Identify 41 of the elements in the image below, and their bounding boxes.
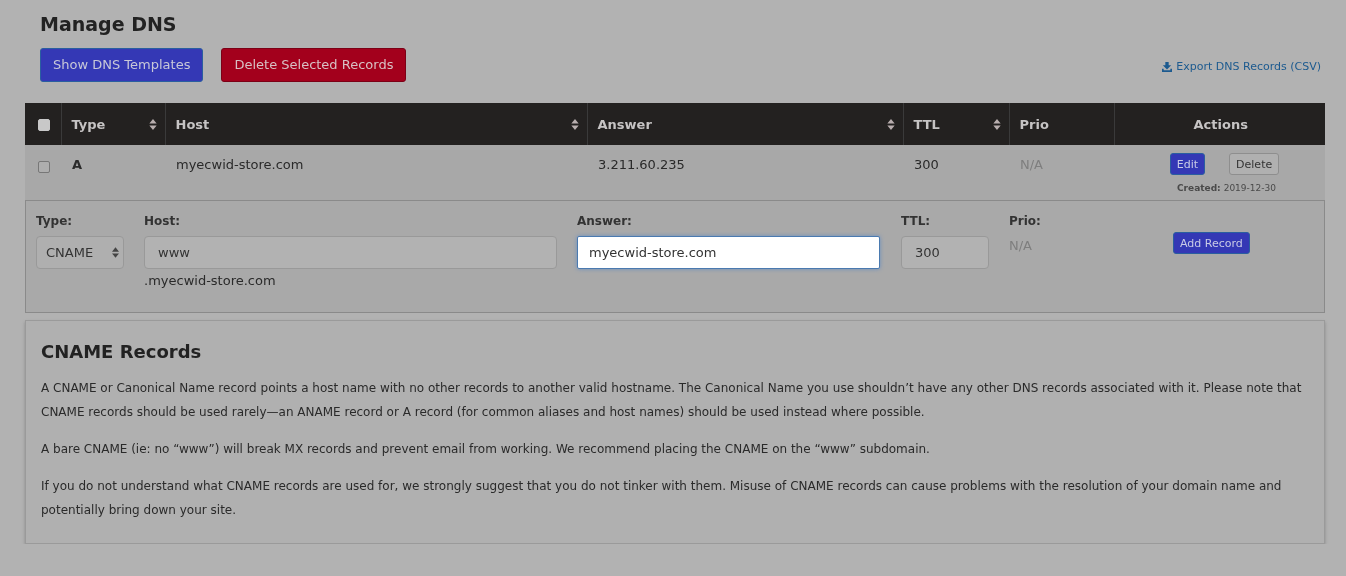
checkbox[interactable] [38, 119, 50, 131]
column-header[interactable]: Host [175, 116, 210, 132]
type-select[interactable]: CNAME [36, 236, 124, 269]
field-label: Prio: [1009, 213, 1041, 230]
ttl-field[interactable]: 300 [901, 236, 989, 269]
button[interactable]: Delete Selected Records [221, 47, 407, 82]
paragraph: A bare CNAME (ie: no “www”) will break MX records and prevent email from working. We recommend placing the CNAME on the “www” subdomain. [41, 441, 931, 458]
add-record-button[interactable]: Add Record [1173, 232, 1250, 254]
created-label: Created: [1177, 183, 1221, 193]
column-header[interactable]: Answer [597, 116, 652, 132]
field-label: Host: [144, 213, 180, 230]
sort-icon[interactable] [148, 118, 157, 130]
paragraph: A CNAME or Canonical Name record points a host name with no other records to another valid hostname. The Canonical Name you use shouldn’t have any other DNS records associated with it. Please note that CNAME records should be used rarely—an ANAME record or A record (for common aliases and host names) should be used instead where possible. [41, 380, 1303, 421]
column-header[interactable]: Type [71, 116, 106, 132]
field-label: Answer: [577, 213, 632, 230]
button[interactable]: Delete [1229, 153, 1280, 175]
table-cell: myecwid-store.com [176, 157, 304, 172]
host-suffix: .myecwid-store.com [144, 273, 276, 288]
answer-field[interactable]: myecwid-store.com [577, 236, 880, 269]
column-header: Actions [1193, 116, 1248, 132]
field-label: Type: [36, 213, 73, 230]
column-header: Prio [1019, 116, 1049, 132]
column-header[interactable]: TTL [913, 116, 940, 132]
table-cell: A [72, 157, 83, 172]
page-title: Manage DNS [39, 12, 178, 37]
sort-icon[interactable] [570, 118, 579, 130]
checkbox[interactable] [38, 160, 50, 173]
sort-icon[interactable] [886, 118, 895, 130]
button[interactable]: Edit [1169, 153, 1206, 175]
download-icon [1162, 61, 1173, 72]
table-cell: 3.211.60.235 [598, 157, 685, 172]
dropdown-arrows-icon [112, 247, 119, 258]
table-cell: 300 [914, 157, 939, 172]
export-link[interactable]: Export DNS Records (CSV) [1162, 60, 1321, 73]
button[interactable]: Show DNS Templates [40, 47, 204, 82]
host-field[interactable]: www [144, 236, 557, 269]
field-label: TTL: [901, 213, 931, 230]
info-title: CNAME Records [41, 341, 203, 362]
paragraph: If you do not understand what CNAME records are used for, we strongly suggest that you do not tinker with them. Misuse of CNAME records can cause problems with the resolution of your domain name and potentially bring down your site. [41, 478, 1283, 519]
created-date: 2019-12-30 [1223, 183, 1276, 193]
sort-icon[interactable] [992, 118, 1001, 130]
